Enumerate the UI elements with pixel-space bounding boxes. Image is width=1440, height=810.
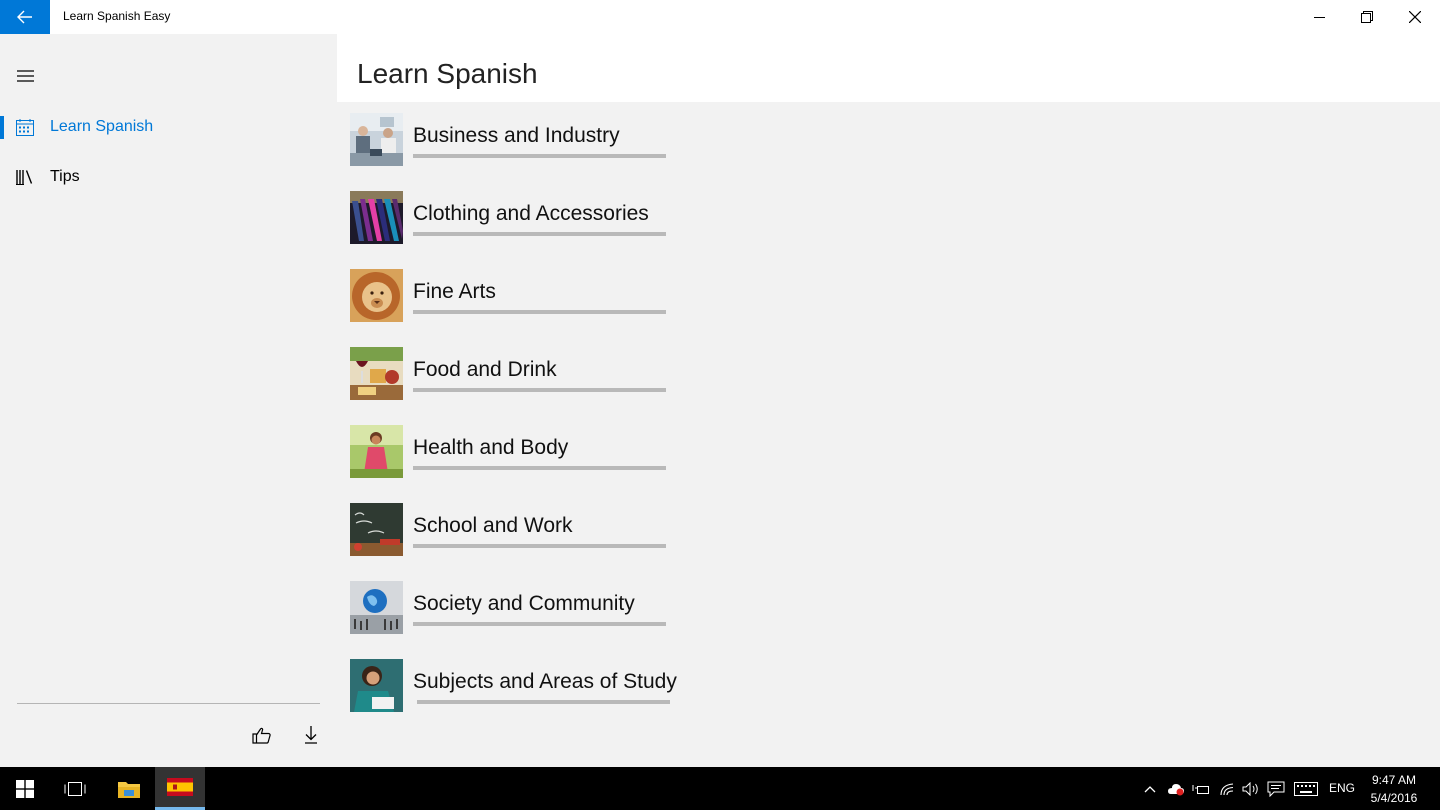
woman-in-park-thumbnail — [350, 425, 403, 478]
calendar-icon — [0, 118, 50, 136]
topic-label: Clothing and Accessories — [413, 202, 649, 225]
wine-and-cheese-thumbnail — [350, 347, 403, 400]
taskbar-clock[interactable]: 9:47 AM 5/4/2016 — [1364, 771, 1424, 807]
topic-school-and-work[interactable]: School and Work — [350, 503, 690, 557]
show-hidden-icons-button[interactable] — [1140, 779, 1160, 799]
task-view-icon — [64, 781, 86, 796]
topic-label: Business and Industry — [413, 124, 620, 147]
topic-underline — [413, 544, 666, 548]
topic-label: Society and Community — [413, 592, 635, 615]
thumbs-up-icon — [251, 727, 271, 744]
close-button[interactable] — [1391, 0, 1439, 34]
keyboard-icon — [1294, 782, 1318, 796]
start-button[interactable] — [0, 767, 50, 810]
page-header: Learn Spanish — [337, 34, 1440, 102]
hamburger-icon — [16, 70, 34, 82]
back-button[interactable] — [0, 0, 50, 34]
topic-subjects-and-areas-of-study[interactable]: Subjects and Areas of Study — [350, 659, 690, 713]
topic-underline — [413, 466, 666, 470]
action-center-icon — [1267, 781, 1285, 797]
sidebar-item-learn-spanish[interactable]: Learn Spanish — [0, 105, 337, 149]
student-reading-thumbnail — [350, 659, 403, 712]
topic-health-and-body[interactable]: Health and Body — [350, 425, 690, 479]
windows-start-icon — [16, 779, 34, 798]
touch-keyboard-button[interactable] — [1294, 779, 1318, 799]
topic-society-and-community[interactable]: Society and Community — [350, 581, 690, 635]
clock-date: 5/4/2016 — [1370, 791, 1418, 805]
network-tray-button[interactable] — [1217, 779, 1237, 799]
action-center-button[interactable] — [1266, 779, 1286, 799]
topic-label: School and Work — [413, 514, 573, 537]
topic-underline — [413, 232, 666, 236]
topic-clothing-and-accessories[interactable]: Clothing and Accessories — [350, 191, 690, 245]
volume-tray-button[interactable] — [1241, 779, 1261, 799]
download-button[interactable] — [293, 720, 329, 750]
chevron-up-icon — [1144, 786, 1156, 793]
navigation-pane: Learn Spanish Tips — [0, 34, 337, 767]
page-title: Learn Spanish — [357, 58, 538, 89]
business-meeting-thumbnail — [350, 113, 403, 166]
globe-people-thumbnail — [350, 581, 403, 634]
file-explorer-button[interactable] — [104, 767, 154, 810]
app-title: Learn Spanish Easy — [63, 9, 171, 23]
hamburger-menu-button[interactable] — [0, 56, 50, 96]
topic-food-and-drink[interactable]: Food and Drink — [350, 347, 690, 401]
input-language-indicator[interactable]: ENG — [1329, 781, 1355, 795]
spain-flag-app-icon — [167, 778, 193, 796]
topic-list: Business and Industry Clothing and Acces… — [337, 102, 1440, 767]
sidebar-divider — [17, 703, 320, 704]
sidebar-item-tips[interactable]: Tips — [0, 155, 337, 199]
title-bar: Learn Spanish Easy — [0, 0, 1440, 34]
clothing-rack-thumbnail — [350, 191, 403, 244]
restore-button[interactable] — [1343, 0, 1391, 34]
clock-time: 9:47 AM — [1371, 773, 1417, 787]
topic-business-and-industry[interactable]: Business and Industry — [350, 113, 690, 167]
minimize-icon — [1313, 16, 1325, 18]
taskbar: ENG 9:47 AM 5/4/2016 — [0, 767, 1440, 810]
task-view-button[interactable] — [50, 767, 100, 810]
file-explorer-icon — [118, 781, 140, 798]
topic-fine-arts[interactable]: Fine Arts — [350, 269, 690, 323]
topic-underline — [413, 388, 666, 392]
topic-underline — [417, 700, 670, 704]
learn-spanish-taskbar-button[interactable] — [155, 767, 205, 810]
topic-underline — [413, 622, 666, 626]
close-icon — [1409, 11, 1421, 23]
cloud-sync-icon — [1168, 784, 1184, 796]
topic-label: Health and Body — [413, 436, 569, 459]
topic-underline — [413, 154, 666, 158]
battery-icon — [1192, 785, 1209, 794]
lion-painting-thumbnail — [350, 269, 403, 322]
chalkboard-thumbnail — [350, 503, 403, 556]
battery-tray-button[interactable] — [1191, 779, 1211, 799]
sidebar-item-label: Learn Spanish — [50, 118, 154, 135]
restore-icon — [1361, 11, 1373, 23]
back-arrow-icon — [17, 10, 32, 24]
books-icon — [0, 169, 50, 185]
topic-label: Subjects and Areas of Study — [413, 670, 677, 693]
volume-icon — [1242, 782, 1258, 796]
download-icon — [305, 726, 317, 744]
cloud-sync-tray-button[interactable] — [1166, 779, 1186, 799]
rate-app-button[interactable] — [243, 720, 279, 750]
wifi-icon — [1220, 783, 1234, 796]
minimize-button[interactable] — [1295, 0, 1343, 34]
topic-label: Fine Arts — [413, 280, 496, 303]
topic-underline — [413, 310, 666, 314]
topic-label: Food and Drink — [413, 358, 557, 381]
sidebar-item-label: Tips — [50, 168, 80, 185]
